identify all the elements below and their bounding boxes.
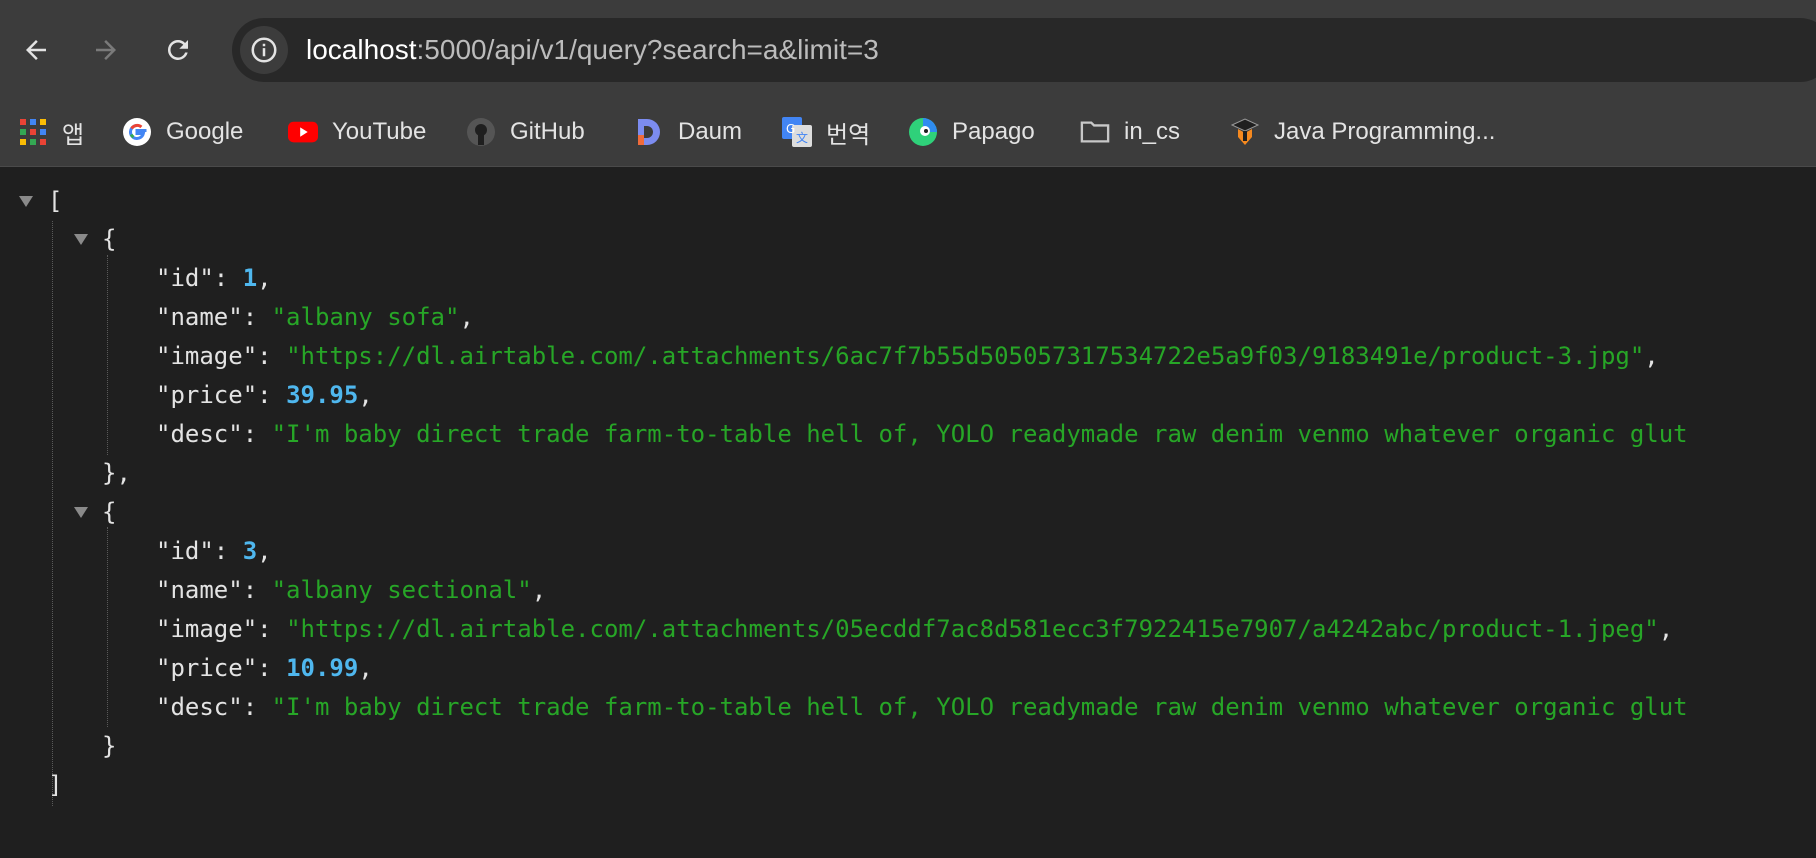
json-key: "price" bbox=[156, 654, 258, 682]
json-viewer: [ { "id": 1, "name": "albany sofa", "ima… bbox=[0, 167, 1816, 858]
json-open-brace: { bbox=[102, 498, 117, 526]
json-entry-id: "id": 3, bbox=[156, 537, 272, 565]
bookmark-label: 앱 bbox=[62, 121, 85, 149]
bookmark-label: Papago bbox=[952, 118, 1035, 145]
papago-icon bbox=[908, 117, 938, 147]
url-host: localhost bbox=[306, 34, 417, 65]
svg-text:G: G bbox=[786, 122, 795, 136]
site-info-button[interactable] bbox=[240, 26, 288, 74]
json-value: 1 bbox=[242, 264, 258, 292]
indent-guide bbox=[107, 527, 108, 727]
bookmark-translate[interactable]: G文 번역 bbox=[782, 108, 870, 156]
json-entry-id: "id": 1, bbox=[156, 264, 272, 292]
json-open-bracket: [ bbox=[48, 187, 63, 215]
json-entry-name: "name": "albany sectional", bbox=[156, 576, 547, 604]
apps-grid-icon bbox=[18, 117, 48, 147]
json-value: "https://dl.airtable.com/.attachments/05… bbox=[286, 615, 1659, 643]
reload-icon bbox=[167, 39, 188, 60]
json-key: "id" bbox=[156, 537, 214, 565]
json-key: "name" bbox=[156, 303, 243, 331]
bookmark-label: Daum bbox=[678, 118, 743, 145]
json-value: 10.99 bbox=[286, 654, 359, 682]
json-entry-price: "price": 39.95, bbox=[156, 381, 373, 409]
json-close-bracket: ] bbox=[48, 771, 63, 799]
json-entry-image: "image": "https://dl.airtable.com/.attac… bbox=[156, 615, 1674, 643]
java-programming-icon bbox=[1230, 117, 1260, 147]
info-icon bbox=[251, 37, 277, 63]
json-entry-image: "image": "https://dl.airtable.com/.attac… bbox=[156, 342, 1659, 370]
json-entry-desc: "desc": "I'm baby direct trade farm-to-t… bbox=[156, 693, 1688, 721]
json-key: "desc" bbox=[156, 693, 243, 721]
svg-text:文: 文 bbox=[796, 130, 808, 145]
translate-icon: G文 bbox=[782, 117, 812, 147]
json-entry-price: "price": 10.99, bbox=[156, 654, 373, 682]
url-text[interactable]: localhost:5000/api/v1/query?search=a&lim… bbox=[306, 18, 879, 82]
json-value: "I'm baby direct trade farm-to-table hel… bbox=[271, 420, 1688, 448]
bookmarks-bar: 앱 Google YouTube GitHub Daum G 文 번역 Papa… bbox=[0, 98, 1816, 167]
back-button[interactable] bbox=[8, 22, 64, 78]
bookmark-folder-in-cs[interactable]: in_cs bbox=[1080, 108, 1180, 156]
collapse-toggle[interactable] bbox=[19, 196, 33, 207]
json-entry-desc: "desc": "I'm baby direct trade farm-to-t… bbox=[156, 420, 1688, 448]
arrow-right-icon bbox=[96, 40, 116, 60]
bookmark-label: YouTube bbox=[332, 118, 427, 145]
google-icon bbox=[122, 117, 152, 147]
json-value: 39.95 bbox=[286, 381, 359, 409]
json-key: "name" bbox=[156, 576, 243, 604]
json-value: "https://dl.airtable.com/.attachments/6a… bbox=[286, 342, 1645, 370]
json-key: "desc" bbox=[156, 420, 243, 448]
url-path: :5000/api/v1/query?search=a&limit=3 bbox=[416, 34, 879, 65]
bookmark-label: Java Programming... bbox=[1274, 118, 1496, 145]
github-icon bbox=[466, 117, 496, 147]
bookmark-daum[interactable]: Daum bbox=[634, 108, 742, 156]
bookmark-label: in_cs bbox=[1124, 118, 1181, 145]
bookmark-youtube[interactable]: YouTube bbox=[288, 108, 426, 156]
address-bar[interactable]: localhost:5000/api/v1/query?search=a&lim… bbox=[232, 18, 1816, 82]
bookmark-java-programming[interactable]: Java Programming... bbox=[1230, 108, 1495, 156]
json-key: "price" bbox=[156, 381, 258, 409]
arrow-left-icon bbox=[26, 40, 46, 60]
collapse-toggle[interactable] bbox=[74, 507, 88, 518]
bookmark-label: Google bbox=[166, 118, 244, 145]
reload-button[interactable] bbox=[150, 22, 206, 78]
folder-icon bbox=[1080, 117, 1110, 147]
bookmark-label: 번역 bbox=[826, 121, 871, 149]
json-entry-name: "name": "albany sofa", bbox=[156, 303, 474, 331]
json-value: "I'm baby direct trade farm-to-table hel… bbox=[271, 693, 1688, 721]
forward-button[interactable] bbox=[78, 22, 134, 78]
json-value: 3 bbox=[242, 537, 258, 565]
json-open-brace: { bbox=[102, 225, 117, 253]
json-close-brace: } bbox=[102, 732, 117, 760]
youtube-icon bbox=[288, 117, 318, 147]
json-value: "albany sofa" bbox=[271, 303, 460, 331]
bookmark-github[interactable]: GitHub bbox=[466, 108, 585, 156]
indent-guide bbox=[52, 221, 53, 806]
collapse-toggle[interactable] bbox=[74, 234, 88, 245]
bookmark-papago[interactable]: Papago bbox=[908, 108, 1035, 156]
json-value: "albany sectional" bbox=[271, 576, 532, 604]
indent-guide bbox=[107, 255, 108, 455]
bookmark-label: GitHub bbox=[510, 118, 585, 145]
bookmark-google[interactable]: Google bbox=[122, 108, 243, 156]
json-key: "id" bbox=[156, 264, 214, 292]
daum-icon bbox=[634, 117, 664, 147]
json-close-brace: }, bbox=[102, 459, 131, 487]
bookmark-apps[interactable]: 앱 bbox=[18, 108, 84, 156]
json-key: "image" bbox=[156, 615, 258, 643]
browser-toolbar: localhost:5000/api/v1/query?search=a&lim… bbox=[0, 0, 1816, 98]
json-key: "image" bbox=[156, 342, 258, 370]
